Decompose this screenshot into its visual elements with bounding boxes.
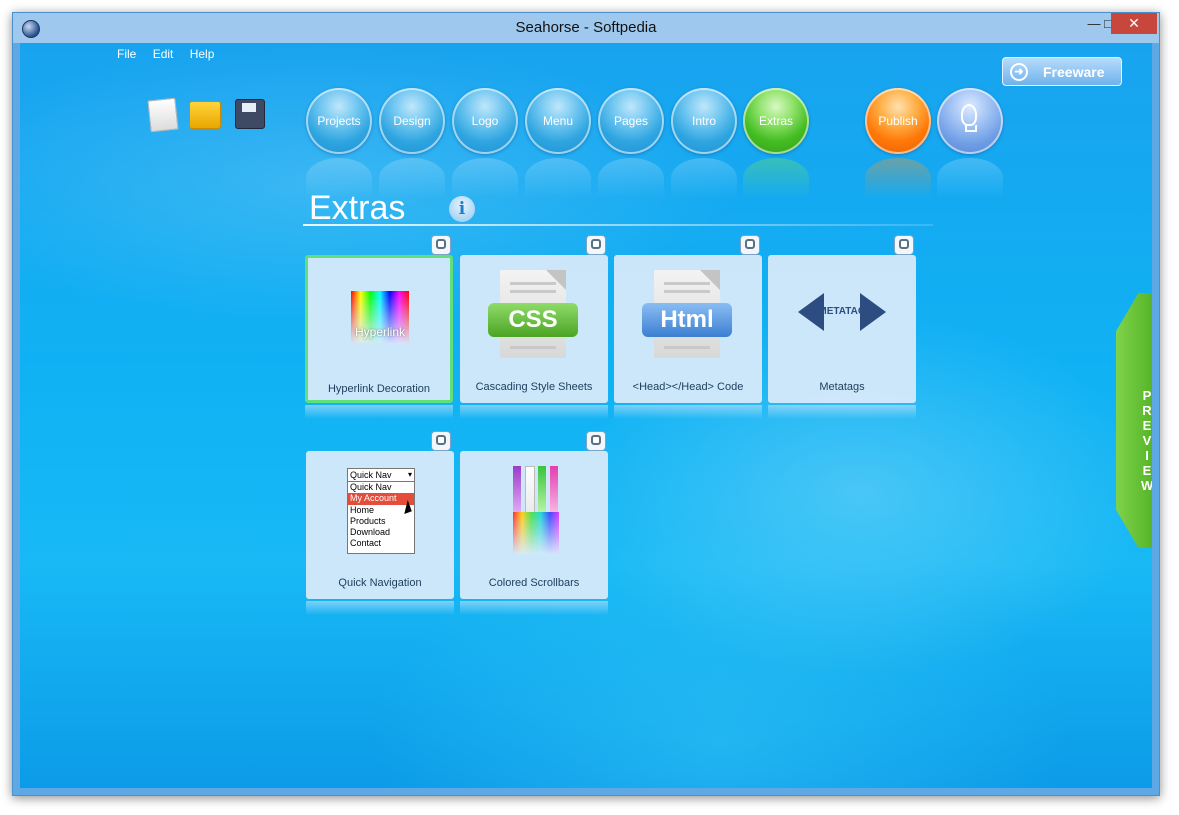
- html-badge: Html: [642, 303, 732, 337]
- menu-bar: File Edit Help: [117, 47, 227, 61]
- doc-line: [510, 282, 556, 285]
- orb-reflection: [743, 158, 809, 198]
- colored-scrollbars-image: [513, 466, 559, 554]
- scrollbar-sample: [525, 466, 535, 514]
- preview-letter: W: [1141, 478, 1152, 493]
- tile-caption: Cascading Style Sheets: [475, 381, 593, 393]
- orb-reflection: [452, 158, 518, 198]
- quick-nav-select: Quick Nav: [348, 469, 414, 482]
- scrollbar-sample: [550, 466, 558, 512]
- hyperlink-sample-text: Hyperlink: [354, 325, 405, 339]
- menu-help[interactable]: Help: [190, 47, 215, 61]
- doc-line: [664, 290, 710, 293]
- orb-reflection: [865, 158, 931, 198]
- save-disk-icon[interactable]: [235, 99, 265, 129]
- html-document-icon: Html: [642, 270, 732, 358]
- quick-nav-item: Download: [350, 527, 391, 538]
- freeware-button[interactable]: ➜ Freeware: [1002, 57, 1122, 86]
- tile-colored-scrollbars[interactable]: Colored Scrollbars: [460, 451, 608, 599]
- title-divider: [303, 224, 933, 226]
- tile-reflection: [306, 601, 454, 615]
- rainbow-gradient-image: Hyperlink: [351, 291, 409, 343]
- tile-checkbox-css[interactable]: [586, 235, 606, 255]
- tile-caption: Hyperlink Decoration: [327, 383, 431, 395]
- tile-caption: <Head></Head> Code: [632, 381, 744, 393]
- lightbulb-icon: [961, 104, 977, 132]
- tile-checkbox-quicknav[interactable]: [431, 431, 451, 451]
- orb-reflection: [525, 158, 591, 198]
- tile-reflection: [768, 405, 916, 419]
- title-bar: Seahorse - Softpedia — □ ✕: [13, 13, 1159, 43]
- tab-intro[interactable]: Intro: [671, 88, 737, 154]
- tile-caption: Quick Navigation: [338, 577, 422, 589]
- tab-design[interactable]: Design: [379, 88, 445, 154]
- quick-nav-item: Quick Nav: [350, 482, 392, 492]
- menu-file[interactable]: File: [117, 47, 136, 61]
- tile-reflection: [305, 405, 453, 419]
- freeware-label: Freeware: [1043, 64, 1105, 80]
- publish-button[interactable]: Publish: [865, 88, 931, 154]
- tab-logo[interactable]: Logo: [452, 88, 518, 154]
- preview-letter: V: [1142, 433, 1152, 448]
- tips-button[interactable]: [937, 88, 1003, 154]
- quick-nav-item: Contact: [350, 538, 382, 549]
- tile-checkbox-scrollbars[interactable]: [586, 431, 606, 451]
- preview-letter: PREVIEW: [1141, 388, 1152, 493]
- section-title: Extras: [309, 189, 406, 227]
- preview-letter: E: [1142, 418, 1152, 433]
- doc-line: [510, 290, 556, 293]
- preview-letter: R: [1142, 403, 1152, 418]
- arrow-right-icon: ➜: [1010, 63, 1028, 81]
- rainbow-gradient-image: [513, 512, 559, 554]
- tab-projects[interactable]: Projects: [306, 88, 372, 154]
- orb-reflection: [598, 158, 664, 198]
- tile-head-code[interactable]: Html <Head></Head> Code: [614, 255, 762, 403]
- tab-menu[interactable]: Menu: [525, 88, 591, 154]
- css-document-icon: CSS: [488, 270, 578, 358]
- preview-letter: I: [1145, 448, 1149, 463]
- menu-edit[interactable]: Edit: [153, 47, 174, 61]
- app-canvas: File Edit Help Projects Design Logo Menu…: [20, 43, 1152, 788]
- preview-letter: E: [1142, 463, 1152, 478]
- doc-line: [664, 282, 710, 285]
- scrollbar-sample: [513, 466, 521, 512]
- tab-pages[interactable]: Pages: [598, 88, 664, 154]
- tile-hyperlink-decoration[interactable]: Hyperlink Hyperlink Decoration: [305, 255, 453, 403]
- preview-label: PREVIEW: [1141, 388, 1152, 493]
- tile-reflection: [460, 601, 608, 615]
- window-title: Seahorse - Softpedia: [515, 19, 657, 36]
- orb-reflection: [937, 158, 1003, 198]
- info-icon[interactable]: i: [449, 196, 475, 222]
- tile-checkbox-hyperlink[interactable]: [431, 235, 451, 255]
- tile-caption: Metatags: [819, 381, 865, 393]
- quick-nav-item: Products: [350, 515, 386, 526]
- new-file-icon[interactable]: [147, 97, 179, 133]
- tile-checkbox-metatags[interactable]: [894, 235, 914, 255]
- doc-line: [664, 346, 710, 349]
- metatag-text: METATAG: [818, 306, 866, 317]
- doc-line: [510, 346, 556, 349]
- tile-reflection: [460, 405, 608, 419]
- scrollbar-sample: [538, 466, 546, 512]
- tile-caption: Colored Scrollbars: [488, 577, 580, 589]
- tile-css[interactable]: CSS Cascading Style Sheets: [460, 255, 608, 403]
- css-badge: CSS: [488, 303, 578, 337]
- tab-extras[interactable]: Extras: [743, 88, 809, 154]
- app-window: Seahorse - Softpedia — □ ✕ File Edit Hel…: [12, 12, 1160, 796]
- tile-checkbox-head[interactable]: [740, 235, 760, 255]
- tile-reflection: [614, 405, 762, 419]
- open-folder-icon[interactable]: [189, 101, 221, 129]
- tile-quick-navigation[interactable]: Quick Nav Quick Nav My Account Home Prod…: [306, 451, 454, 599]
- close-button[interactable]: ✕: [1111, 13, 1157, 34]
- preview-letter: P: [1142, 388, 1152, 403]
- orb-reflection: [671, 158, 737, 198]
- tile-metatags[interactable]: METATAG Metatags: [768, 255, 916, 403]
